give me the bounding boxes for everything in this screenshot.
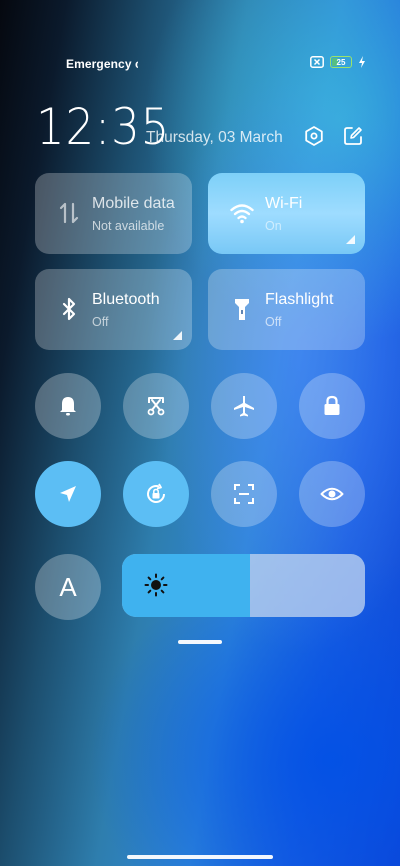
location-arrow-icon	[60, 486, 76, 502]
scan-icon	[234, 484, 254, 504]
tile-bluetooth[interactable]: Bluetooth Off	[35, 269, 192, 350]
tile-wifi[interactable]: Wi-Fi On	[208, 173, 365, 254]
lock-icon	[324, 395, 340, 415]
expand-corner-icon[interactable]	[346, 235, 355, 244]
font-size-button[interactable]: A	[35, 554, 101, 620]
toggle-scanner[interactable]	[211, 461, 277, 527]
status-bar	[0, 0, 400, 40]
bluetooth-icon	[62, 297, 76, 321]
tile-flashlight[interactable]: Flashlight Off	[208, 269, 365, 350]
brightness-slider-fill	[122, 554, 250, 617]
screenshot-scissors-icon	[147, 397, 165, 416]
font-button-label: A	[59, 571, 77, 602]
battery-indicator: 25	[330, 56, 352, 68]
battery-percent: 25	[336, 57, 346, 67]
tile-title: Flashlight	[265, 291, 334, 308]
mobile-data-icon	[59, 202, 79, 224]
expand-corner-icon[interactable]	[173, 331, 182, 340]
wifi-icon	[230, 204, 254, 224]
tile-title: Wi-Fi	[265, 195, 303, 212]
tile-subtitle: Not available	[92, 219, 165, 233]
airplane-icon	[234, 396, 254, 417]
brightness-slider[interactable]	[122, 554, 365, 617]
toggle-screenshot[interactable]	[123, 373, 189, 439]
toggle-airplane[interactable]	[211, 373, 277, 439]
no-sim-icon	[310, 56, 324, 68]
carrier-text: Emergency c	[66, 57, 138, 71]
gesture-nav-bar[interactable]	[127, 855, 273, 859]
bell-icon	[60, 397, 76, 416]
toggle-auto-rotate[interactable]	[123, 461, 189, 527]
tile-title: Mobile data	[92, 195, 175, 212]
toggle-lock[interactable]	[299, 373, 365, 439]
toggle-reading-mode[interactable]	[299, 461, 365, 527]
date: Thursday, 03 March	[146, 129, 283, 146]
sun-icon	[144, 573, 168, 597]
flashlight-icon	[235, 299, 249, 320]
edit-icon[interactable]	[342, 125, 364, 147]
tile-mobile-data[interactable]: Mobile data Not available	[35, 173, 192, 254]
toggle-silent[interactable]	[35, 373, 101, 439]
tile-title: Bluetooth	[92, 291, 160, 308]
tile-subtitle: Off	[92, 315, 109, 329]
status-icons: 25	[310, 56, 366, 68]
bolt-icon	[359, 56, 365, 68]
panel-drag-handle[interactable]	[178, 640, 222, 644]
hex-settings-icon[interactable]	[303, 125, 325, 147]
tile-subtitle: Off	[265, 315, 282, 329]
eye-icon	[320, 487, 344, 501]
toggle-location[interactable]	[35, 461, 101, 527]
rotation-lock-icon	[147, 483, 165, 503]
tile-subtitle: On	[265, 219, 282, 233]
